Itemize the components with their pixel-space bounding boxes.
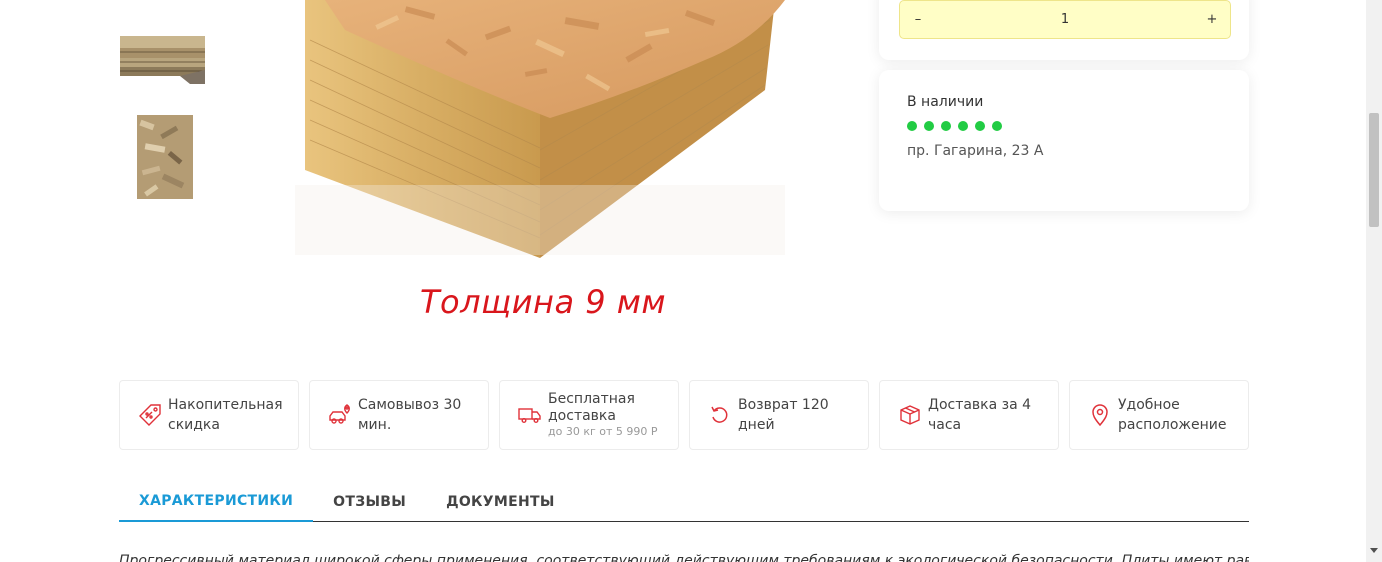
location-pin-icon: [1082, 402, 1118, 428]
tab-characteristics[interactable]: ХАРАКТЕРИСТИКИ: [119, 481, 314, 522]
availability-card: В наличии пр. Гагарина, 23 А: [879, 70, 1249, 211]
quantity-stepper: – 1 +: [899, 0, 1231, 39]
feature-fast-delivery[interactable]: Доставка за 4 часа: [879, 380, 1059, 450]
availability-status: В наличии: [907, 94, 984, 110]
feature-free-delivery[interactable]: Бесплатная доставка до 30 кг от 5 990 Р: [499, 380, 679, 450]
stock-dot: [907, 121, 917, 131]
stock-dot: [958, 121, 968, 131]
product-tabs: ХАРАКТЕРИСТИКИ ОТЗЫВЫ ДОКУМЕНТЫ: [119, 481, 1249, 522]
feature-discount[interactable]: Накопительная скидка: [119, 380, 299, 450]
box-icon: [892, 402, 928, 428]
stock-level-indicator: [907, 121, 1221, 131]
thumbnail-osb-texture[interactable]: [120, 110, 205, 205]
feature-label: Накопительная скидка: [168, 397, 283, 433]
store-address: пр. Гагарина, 23 А: [907, 143, 1044, 159]
page-scrollbar[interactable]: [1366, 0, 1382, 562]
feature-label: Доставка за 4 часа: [928, 397, 1032, 433]
feature-label: Бесплатная доставка: [548, 391, 635, 424]
stock-dot: [924, 121, 934, 131]
scrollbar-thumb[interactable]: [1369, 113, 1379, 227]
tab-documents[interactable]: ДОКУМЕНТЫ: [426, 481, 575, 522]
feature-label: Удобное расположение: [1118, 397, 1227, 433]
feature-return[interactable]: Возврат 120 дней: [689, 380, 869, 450]
feature-location[interactable]: Удобное расположение: [1069, 380, 1249, 450]
car-pin-icon: [322, 402, 358, 428]
scroll-down-arrow-icon[interactable]: [1370, 548, 1378, 553]
stock-dot: [992, 121, 1002, 131]
feature-label: Самовывоз 30 мин.: [358, 397, 462, 433]
feature-pickup[interactable]: Самовывоз 30 мин.: [309, 380, 489, 450]
stock-dot: [975, 121, 985, 131]
tab-reviews[interactable]: ОТЗЫВЫ: [313, 481, 426, 522]
feature-sublabel: до 30 кг от 5 990 Р: [548, 425, 658, 438]
decrease-quantity-button[interactable]: –: [900, 1, 936, 38]
quantity-input[interactable]: 1: [936, 12, 1194, 27]
thumbnail-osb-stack[interactable]: [120, 0, 205, 95]
quantity-card: – 1 +: [879, 0, 1249, 60]
stock-dot: [941, 121, 951, 131]
features-row: Накопительная скидка Самовывоз 30 мин. Б…: [119, 380, 1249, 450]
product-image-caption: Толщина 9 мм: [420, 283, 667, 321]
product-description: Прогрессивный материал широкой сферы при…: [119, 553, 1249, 562]
feature-label: Возврат 120 дней: [738, 397, 829, 433]
discount-tag-icon: [132, 402, 168, 428]
truck-icon: [512, 402, 548, 428]
return-icon: [702, 402, 738, 428]
increase-quantity-button[interactable]: +: [1194, 1, 1230, 38]
